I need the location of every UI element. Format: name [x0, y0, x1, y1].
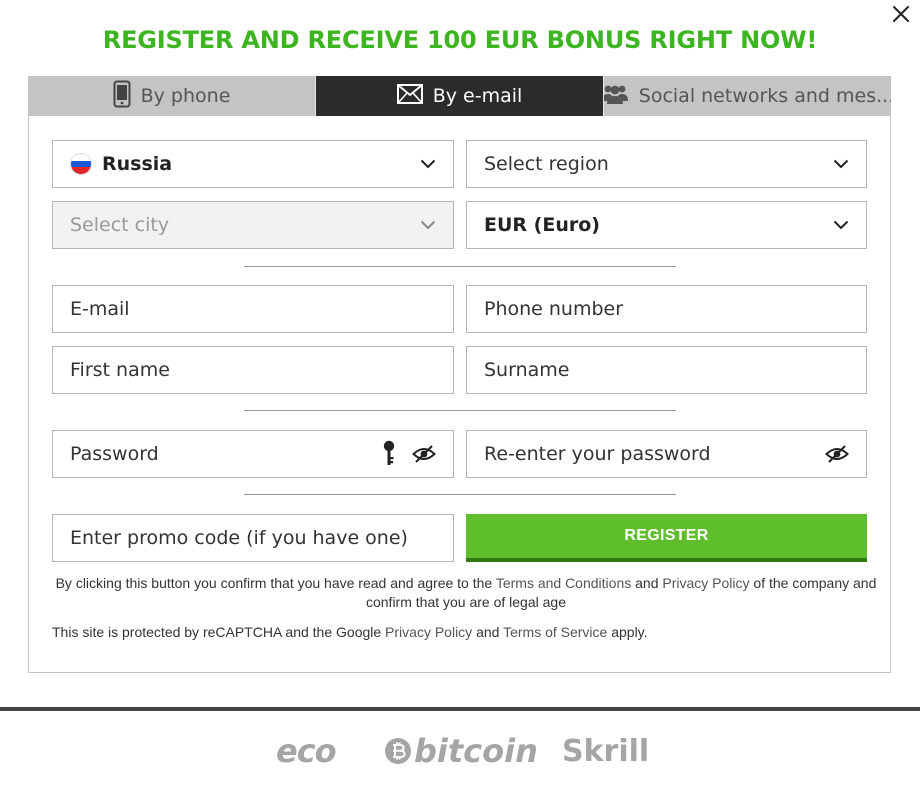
- skrill-logo-text: Skrill: [562, 734, 650, 769]
- bitcoin-logo: bitcoin: [384, 732, 538, 770]
- recaptcha-prefix: This site is protected by reCAPTCHA and …: [52, 624, 386, 640]
- google-privacy-policy-link[interactable]: Privacy Policy: [385, 624, 472, 640]
- envelope-icon: [396, 83, 423, 109]
- bitcoin-logo-text: bitcoin: [414, 732, 538, 770]
- tab-by-email[interactable]: By e-mail: [316, 76, 604, 116]
- users-icon: [604, 83, 629, 110]
- google-terms-of-service-link[interactable]: Terms of Service: [503, 624, 607, 640]
- privacy-policy-link[interactable]: Privacy Policy: [662, 575, 749, 591]
- reenter-password-placeholder: Re-enter your password: [484, 443, 711, 465]
- chevron-down-icon: [833, 220, 849, 230]
- divider: [244, 410, 676, 411]
- email-placeholder: E-mail: [70, 298, 130, 320]
- first-name-placeholder: First name: [70, 359, 170, 381]
- key-icon[interactable]: [382, 440, 396, 468]
- country-value: Russia: [102, 153, 173, 175]
- phone-number-field[interactable]: Phone number: [466, 285, 867, 333]
- tab-label: Social networks and mes...: [638, 85, 891, 107]
- register-button[interactable]: REGISTER: [466, 514, 867, 562]
- chevron-down-icon: [420, 159, 436, 169]
- tab-label: By phone: [140, 85, 231, 107]
- chevron-down-icon: [420, 220, 436, 230]
- recaptcha-suffix: apply.: [607, 624, 648, 640]
- terms-middle: and: [631, 575, 663, 591]
- country-select[interactable]: Russia: [52, 140, 454, 188]
- reenter-password-field[interactable]: Re-enter your password: [466, 430, 867, 478]
- hide-password-icon[interactable]: [825, 444, 849, 464]
- currency-value: EUR (Euro): [484, 214, 600, 236]
- tab-label: By e-mail: [432, 85, 523, 107]
- payment-logos: eco bitcoin Skrill: [0, 730, 920, 780]
- tab-social-networks[interactable]: Social networks and mes...: [604, 76, 891, 116]
- terms-and-conditions-link[interactable]: Terms and Conditions: [496, 575, 631, 591]
- promo-placeholder: Enter promo code (if you have one): [70, 527, 408, 549]
- phone-icon: [113, 80, 131, 113]
- hide-password-icon[interactable]: [412, 444, 436, 464]
- email-field[interactable]: E-mail: [52, 285, 454, 333]
- russia-flag-icon: [70, 153, 92, 175]
- divider: [244, 266, 676, 267]
- password-field[interactable]: Password: [52, 430, 454, 478]
- region-placeholder: Select region: [484, 153, 609, 175]
- footer-divider: [0, 707, 920, 711]
- eco-logo-text: eco: [276, 732, 337, 770]
- tab-by-phone[interactable]: By phone: [28, 76, 316, 116]
- surname-field[interactable]: Surname: [466, 346, 867, 394]
- page-title: REGISTER AND RECEIVE 100 EUR BONUS RIGHT…: [102, 26, 818, 54]
- surname-placeholder: Surname: [484, 359, 570, 381]
- first-name-field[interactable]: First name: [52, 346, 454, 394]
- phone-placeholder: Phone number: [484, 298, 624, 320]
- registration-tabs: By phone By e-mail Social networks and m…: [28, 76, 891, 116]
- close-icon[interactable]: [889, 2, 913, 26]
- password-placeholder: Password: [70, 443, 159, 465]
- region-select[interactable]: Select region: [466, 140, 867, 188]
- eco-logo: eco: [276, 732, 337, 770]
- promo-code-field[interactable]: Enter promo code (if you have one): [52, 514, 454, 562]
- terms-text: By clicking this button you confirm that…: [52, 574, 880, 612]
- chevron-down-icon: [833, 159, 849, 169]
- city-select[interactable]: Select city: [52, 201, 454, 249]
- divider: [244, 494, 676, 495]
- recaptcha-middle: and: [472, 624, 504, 640]
- city-placeholder: Select city: [70, 214, 170, 236]
- terms-prefix: By clicking this button you confirm that…: [55, 575, 496, 591]
- bitcoin-icon: [385, 738, 411, 764]
- currency-select[interactable]: EUR (Euro): [466, 201, 867, 249]
- recaptcha-notice: This site is protected by reCAPTCHA and …: [52, 624, 648, 640]
- skrill-logo: Skrill: [562, 734, 649, 769]
